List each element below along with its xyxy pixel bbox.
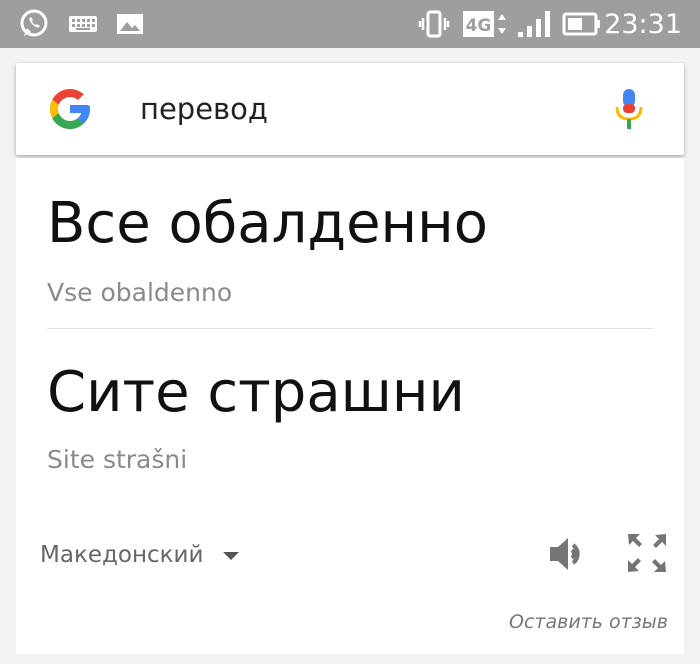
translation-card: Все обалденно Vse obaldenno Сите страшни… bbox=[16, 158, 684, 654]
speaker-icon[interactable] bbox=[546, 532, 590, 576]
language-label: Македонский bbox=[40, 542, 204, 568]
language-selector[interactable]: Македонский bbox=[40, 542, 240, 568]
whatsapp-icon bbox=[18, 0, 50, 48]
translation-text: Все обалденно bbox=[47, 191, 489, 256]
search-bar[interactable]: перевод bbox=[16, 63, 684, 155]
vibrate-icon bbox=[418, 0, 450, 48]
battery-icon bbox=[562, 0, 602, 48]
mic-icon[interactable] bbox=[612, 87, 646, 133]
network-type-label: 4G bbox=[466, 16, 492, 36]
status-bar: 4G 23:31 bbox=[0, 0, 700, 48]
divider bbox=[47, 328, 653, 329]
fullscreen-icon[interactable] bbox=[624, 530, 670, 576]
image-icon bbox=[116, 0, 144, 48]
source-text: Сите страшни bbox=[47, 360, 465, 425]
translation-transliteration: Vse obaldenno bbox=[47, 278, 233, 307]
signal-icon bbox=[516, 0, 552, 48]
google-logo[interactable] bbox=[46, 85, 94, 133]
feedback-link[interactable]: Оставить отзыв bbox=[509, 613, 668, 632]
keyboard-icon bbox=[68, 0, 98, 48]
clock: 23:31 bbox=[604, 8, 682, 40]
dropdown-caret-icon bbox=[223, 551, 240, 560]
network-4g-icon: 4G bbox=[462, 0, 510, 48]
search-query[interactable]: перевод bbox=[140, 63, 268, 155]
source-transliteration: Site strašni bbox=[47, 445, 188, 474]
